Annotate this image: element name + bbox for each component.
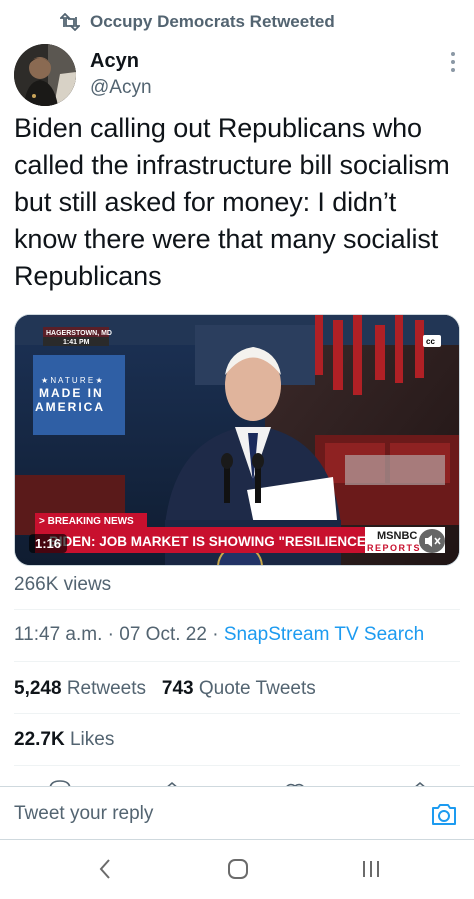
likes-count: 22.7K xyxy=(14,729,65,750)
video-duration: 1:16 xyxy=(29,534,68,553)
camera-icon[interactable] xyxy=(430,801,458,827)
video-player[interactable]: ★ N A T U R E ★ MADE IN AMERICA HAGERSTO… xyxy=(14,314,460,566)
reply-composer[interactable]: Tweet your reply xyxy=(0,786,474,840)
video-overlay-time: 1:41 PM xyxy=(63,339,90,346)
tweet-text: Biden calling out Republicans who called… xyxy=(14,113,450,291)
avatar[interactable] xyxy=(14,44,76,106)
tweet-meta: 11:47 a.m. · 07 Oct. 22 · SnapStream TV … xyxy=(14,624,424,646)
view-count: 266K views xyxy=(14,574,112,595)
retweets-count: 5,248 xyxy=(14,678,62,699)
cc-icon: cc xyxy=(426,337,435,346)
divider xyxy=(14,609,460,610)
banner-made-in: MADE IN xyxy=(39,386,104,400)
video-frame: ★ N A T U R E ★ MADE IN AMERICA HAGERSTO… xyxy=(15,315,459,565)
likes-label: Likes xyxy=(69,729,115,750)
retweets-label: Retweets xyxy=(66,678,147,699)
divider xyxy=(14,661,460,662)
tweet-time[interactable]: 11:47 a.m. xyxy=(14,624,102,645)
quotes-label: Quote Tweets xyxy=(198,678,316,699)
network-logo: MSNBC xyxy=(377,530,417,542)
svg-text:★ N A T U R E ★: ★ N A T U R E ★ xyxy=(41,376,103,385)
muted-speaker-icon xyxy=(425,535,441,547)
more-options-icon[interactable] xyxy=(450,52,456,72)
network-sub: REPORTS xyxy=(367,543,421,553)
retweets-stat[interactable]: 5,248 Retweets xyxy=(14,678,146,699)
home-icon[interactable] xyxy=(227,858,249,880)
retweet-context[interactable]: Occupy Democrats Retweeted xyxy=(60,10,335,34)
divider xyxy=(14,765,460,766)
tweet-date[interactable]: 07 Oct. 22 xyxy=(119,624,207,645)
retweet-context-text: Occupy Democrats Retweeted xyxy=(90,12,335,31)
mute-button[interactable] xyxy=(419,529,445,553)
video-chyron: BIDEN: JOB MARKET IS SHOWING "RESILIENCE… xyxy=(49,534,372,549)
quotes-stat[interactable]: 743 Quote Tweets xyxy=(162,678,316,699)
meta-separator: · xyxy=(102,624,120,645)
banner-america: AMERICA xyxy=(35,400,105,414)
recents-icon[interactable] xyxy=(360,858,382,880)
tweet-actions xyxy=(0,776,474,786)
quotes-count: 743 xyxy=(161,678,194,699)
video-location: HAGERSTOWN, MD xyxy=(46,330,112,337)
divider xyxy=(14,713,460,714)
author-name[interactable]: Acyn xyxy=(90,48,152,74)
engagement-stats: 5,248 Retweets 743 Quote Tweets xyxy=(14,678,316,700)
retweet-icon xyxy=(60,13,80,31)
likes-stat[interactable]: 22.7K Likes xyxy=(14,729,114,751)
tweet-source-link[interactable]: SnapStream TV Search xyxy=(224,624,424,645)
breaking-news-tag: > BREAKING NEWS xyxy=(39,516,134,527)
back-icon[interactable] xyxy=(98,858,112,880)
author-handle[interactable]: @Acyn xyxy=(90,74,152,102)
reply-input[interactable]: Tweet your reply xyxy=(14,803,153,825)
meta-separator: · xyxy=(206,624,224,645)
tweet-author[interactable]: Acyn @Acyn xyxy=(90,48,152,102)
system-nav-bar xyxy=(0,840,474,899)
